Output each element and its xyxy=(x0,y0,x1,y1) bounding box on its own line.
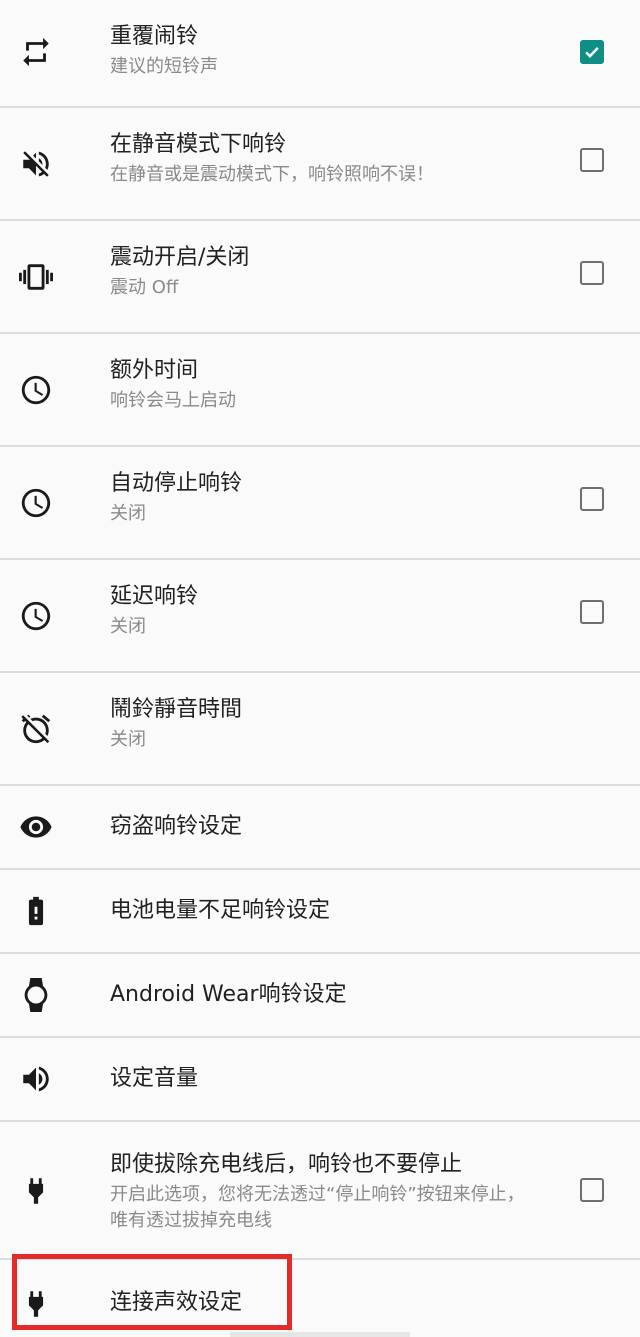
volume-up-icon xyxy=(16,1059,56,1099)
setting-title: Android Wear响铃设定 xyxy=(110,982,347,1007)
power-plug-icon xyxy=(16,1171,56,1211)
setting-delay-ring[interactable]: 延迟响铃 关闭 xyxy=(0,560,640,673)
delay-ring-checkbox[interactable] xyxy=(580,600,604,624)
setting-title: 重覆闹铃 xyxy=(110,24,199,49)
watch-icon xyxy=(16,975,56,1015)
setting-low-battery[interactable]: 电池电量不足响铃设定 xyxy=(0,870,640,954)
clock-icon xyxy=(16,370,56,410)
unplug-no-stop-checkbox[interactable] xyxy=(580,1178,604,1202)
setting-unplug-no-stop[interactable]: 即使拔除充电线后，响铃也不要停止 开启此选项，您将无法透过“停止响铃”按钮来停止… xyxy=(0,1122,640,1260)
checkmark-icon xyxy=(585,46,599,58)
setting-extra-time[interactable]: 额外时间 响铃会马上启动 xyxy=(0,334,640,447)
alarm-off-icon xyxy=(16,709,56,749)
setting-summary: 在静音或是震动模式下，响铃照响不误！ xyxy=(110,164,434,185)
settings-screen: 重覆闹铃 建议的短铃声 在静音模式下响铃 在静音或是震动模式下，响铃照响不误！ … xyxy=(0,0,640,1337)
setting-title: 自动停止响铃 xyxy=(110,471,243,496)
setting-mute-duration[interactable]: 鬧鈴靜音時間 关闭 xyxy=(0,673,640,786)
eye-icon xyxy=(16,807,56,847)
setting-summary: 关闭 xyxy=(110,503,146,524)
setting-summary: 震动 Off xyxy=(110,277,179,298)
setting-title: 即使拔除充电线后，响铃也不要停止 xyxy=(110,1152,463,1177)
setting-title: 设定音量 xyxy=(110,1066,199,1091)
setting-summary: 关闭 xyxy=(110,729,146,750)
setting-title: 鬧鈴靜音時間 xyxy=(110,697,243,722)
setting-repeat-alarm[interactable]: 重覆闹铃 建议的短铃声 xyxy=(0,0,640,108)
navigation-bar-indicator xyxy=(230,1332,410,1337)
setting-title: 延迟响铃 xyxy=(110,584,199,609)
repeat-alarm-checkbox[interactable] xyxy=(580,40,604,64)
ring-in-silent-checkbox[interactable] xyxy=(580,148,604,172)
setting-auto-stop[interactable]: 自动停止响铃 关闭 xyxy=(0,447,640,560)
vibration-checkbox[interactable] xyxy=(580,261,604,285)
setting-vibration[interactable]: 震动开启/关闭 震动 Off xyxy=(0,221,640,334)
setting-title: 窃盗响铃设定 xyxy=(110,814,243,839)
setting-title: 额外时间 xyxy=(110,358,199,383)
setting-volume[interactable]: 设定音量 xyxy=(0,1038,640,1122)
vibration-icon xyxy=(16,257,56,297)
setting-theft-alarm[interactable]: 窃盗响铃设定 xyxy=(0,786,640,870)
highlight-box xyxy=(12,1254,292,1330)
setting-android-wear[interactable]: Android Wear响铃设定 xyxy=(0,954,640,1038)
setting-title: 在静音模式下响铃 xyxy=(110,132,287,157)
setting-ring-in-silent[interactable]: 在静音模式下响铃 在静音或是震动模式下，响铃照响不误！ xyxy=(0,108,640,221)
battery-alert-icon xyxy=(16,891,56,931)
auto-stop-checkbox[interactable] xyxy=(580,487,604,511)
volume-off-icon xyxy=(16,144,56,184)
setting-summary: 响铃会马上启动 xyxy=(110,390,236,411)
setting-summary: 开启此选项，您将无法透过“停止响铃”按钮来停止，唯有透过拔掉充电线 xyxy=(110,1184,525,1231)
setting-title: 震动开启/关闭 xyxy=(110,245,250,270)
repeat-icon xyxy=(16,32,56,72)
clock-icon xyxy=(16,596,56,636)
setting-summary: 关闭 xyxy=(110,616,146,637)
setting-summary: 建议的短铃声 xyxy=(110,56,218,77)
setting-title: 电池电量不足响铃设定 xyxy=(110,898,331,923)
clock-icon xyxy=(16,483,56,523)
